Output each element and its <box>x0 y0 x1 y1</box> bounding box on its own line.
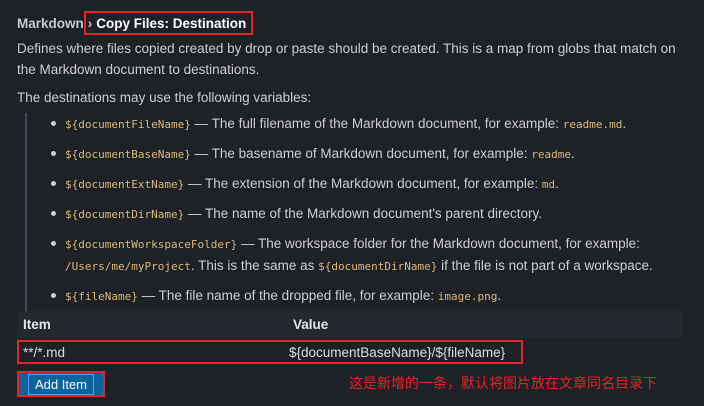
variable-desc: — The name of the Markdown document's pa… <box>184 206 542 221</box>
variable-desc: — The basename of Markdown document, for… <box>190 146 532 161</box>
variable-tail-secondary: if the file is not part of a workspace. <box>437 258 653 273</box>
add-item-button-label: Add Item <box>27 373 95 395</box>
variable-code: ${documentDirName} <box>65 208 185 221</box>
table-row[interactable]: **/*.md ${documentBaseName}/${fileName} <box>17 340 523 364</box>
variable-example: md <box>541 178 556 191</box>
variable-tail: . <box>571 146 575 161</box>
variable-tail: . <box>555 176 559 191</box>
variable-code: ${documentFileName} <box>65 118 191 131</box>
variable-code: ${documentWorkspaceFolder} <box>65 238 238 251</box>
table-header: Item Value <box>17 311 683 338</box>
row-value-destination[interactable]: ${documentBaseName}/${fileName} <box>289 345 505 360</box>
variable-desc: — The extension of the Markdown document… <box>184 176 542 191</box>
add-item-button[interactable]: Add Item <box>17 371 105 397</box>
setting-title: Copy Files: Destination <box>96 15 247 31</box>
variable-example: image.png <box>437 290 498 303</box>
variable-tail: . <box>497 288 502 303</box>
variables-list: ${documentFileName} — The full filename … <box>25 113 697 315</box>
variable-code: ${documentExtName} <box>65 178 185 191</box>
variable-code-secondary: ${documentDirName} <box>318 260 438 273</box>
variable-item-document-ext-name: ${documentExtName} — The extension of th… <box>27 173 697 195</box>
variable-code: ${documentBaseName} <box>65 148 191 161</box>
variable-item-document-workspace-folder: ${documentWorkspaceFolder} — The workspa… <box>27 233 697 277</box>
setting-category: Markdown <box>17 15 84 31</box>
variable-tail: . <box>622 116 627 131</box>
annotation-note: 这是新增的一条，默认将图片放在文章同名目录下 <box>349 375 657 391</box>
setting-header: Markdown › Copy Files: Destination <box>17 11 254 35</box>
variable-desc: — The workspace folder for the Markdown … <box>237 236 640 251</box>
variable-code: ${fileName} <box>65 290 138 303</box>
variable-item-document-dir-name: ${documentDirName} — The name of the Mar… <box>27 203 697 225</box>
variable-example: /Users/me/myProject <box>65 260 191 273</box>
variable-desc: — The full filename of the Markdown docu… <box>190 116 563 131</box>
variable-item-document-base-name: ${documentBaseName} — The basename of Ma… <box>27 143 697 165</box>
variable-desc: — The file name of the dropped file, for… <box>137 288 438 303</box>
variable-item-document-file-name: ${documentFileName} — The full filename … <box>27 113 697 135</box>
variables-intro: The destinations may use the following v… <box>17 90 312 105</box>
variable-tail: . This is the same as <box>190 258 319 273</box>
variable-item-file-name: ${fileName} — The file name of the dropp… <box>27 285 697 307</box>
row-item-glob[interactable]: **/*.md <box>19 345 289 360</box>
setting-item: Markdown › Copy Files: Destination Defin… <box>0 0 704 406</box>
variable-example: readme.md <box>562 118 623 131</box>
column-header-item: Item <box>23 317 51 332</box>
variable-example: readme <box>531 148 572 161</box>
setting-title-highlight: › Copy Files: Destination <box>83 11 254 35</box>
mapping-table: Item Value **/*.md ${documentBaseName}/$… <box>17 311 683 364</box>
setting-description: Defines where files copied created by dr… <box>17 41 676 77</box>
breadcrumb-separator: › <box>87 15 93 31</box>
column-header-value: Value <box>293 317 329 332</box>
